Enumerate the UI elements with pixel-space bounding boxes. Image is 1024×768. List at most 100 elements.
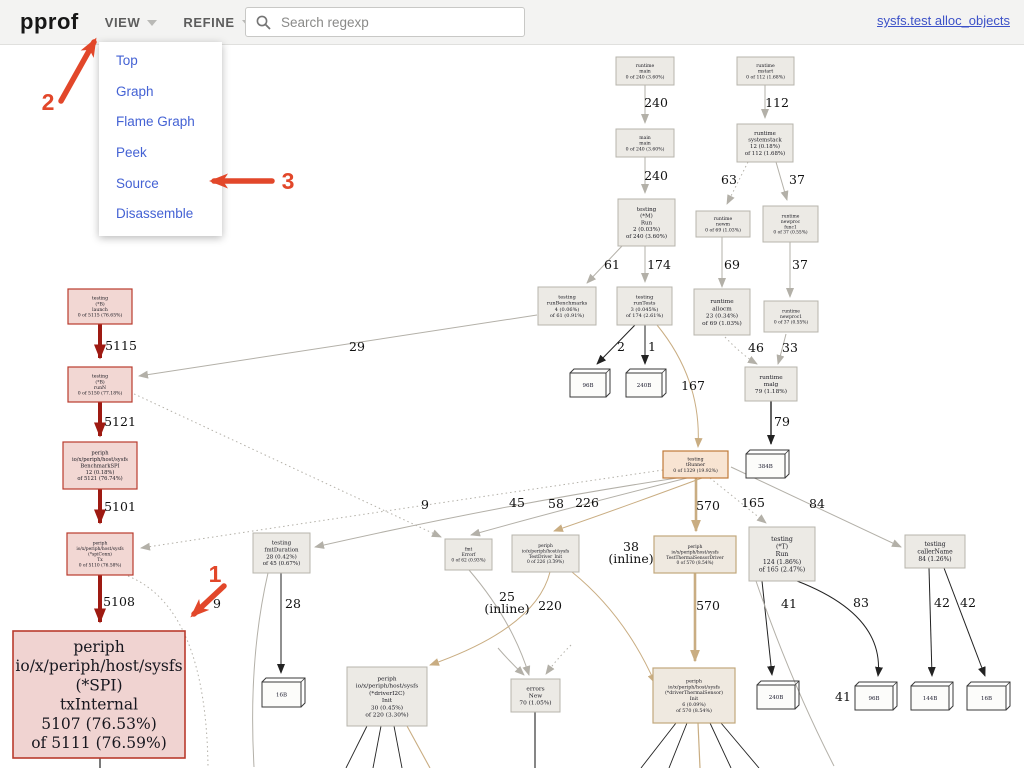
mem-box-240B[interactable]: 240B (757, 681, 799, 709)
graph-node-sysfs-TestDriver-Init[interactable]: periphio/x/periph/host/sysfsTestDriver_I… (512, 535, 579, 572)
svg-text:of 61 (0.91%): of 61 (0.91%) (550, 312, 584, 319)
graph-node-sysfs-TestThermalSensorDriver[interactable]: periphio/x/periph/host/sysfsTestThermalS… (654, 536, 736, 573)
graph-node-sysfs-driverI2C-Init[interactable]: periphio/x/periph/host/sysfs(*driverI2C)… (347, 667, 427, 726)
graph-node-fmt-Errorf[interactable]: fmtErrorf0 of 62 (0.93%) (445, 539, 492, 570)
mem-box-144B[interactable]: 144B (911, 682, 953, 710)
graph-node-runtime-mstart[interactable]: runtimemstart0 of 112 (1.68%) (737, 57, 794, 85)
graph-edge (253, 573, 268, 767)
graph-node-testing-fmtDuration[interactable]: testingfmtDuration28 (0.42%)of 45 (0.67%… (253, 533, 310, 573)
graph-node-runtime-newproc-func1[interactable]: runtimenewprocfunc10 of 37 (0.55%) (763, 206, 818, 242)
svg-text:96B: 96B (582, 383, 593, 389)
svg-text:of 45 (0.67%): of 45 (0.67%) (263, 560, 301, 567)
graph-edge (469, 570, 529, 675)
graph-edge (407, 726, 430, 768)
graph-edge (139, 315, 537, 376)
graph-edge (315, 478, 677, 547)
edge-label: 61 (604, 257, 620, 272)
graph-edge (669, 723, 687, 768)
svg-text:periph: periph (93, 542, 108, 547)
mem-box-96B[interactable]: 96B (855, 682, 897, 710)
graph-node-testing-T-Run[interactable]: testing(*T)Run124 (1.86%)of 165 (2.47%) (749, 527, 815, 581)
menu-item-flame-graph[interactable]: Flame Graph (99, 107, 222, 138)
svg-text:runtime: runtime (756, 63, 775, 69)
graph-node-sysfs-SPI-txInternal[interactable]: periphio/x/periph/host/sysfs(*SPI)txInte… (13, 631, 185, 758)
graph-node-testing-runTests[interactable]: testingrunTests3 (0.045%)of 174 (2.61%) (617, 287, 672, 325)
svg-text:124 (1.86%): 124 (1.86%) (763, 559, 801, 566)
svg-text:12 (0.18%): 12 (0.18%) (86, 469, 115, 476)
graph-node-testing-callerName[interactable]: testingcallerName84 (1.26%) (905, 535, 965, 568)
svg-text:of 570 (8.54%): of 570 (8.54%) (676, 707, 712, 714)
graph-node-sysfs-spiConn-Tx[interactable]: periphio/x/periph/host/sysfs(*spiConn)Tx… (67, 533, 133, 575)
graph-node-sysfs-BenchmarkSPI[interactable]: periphio/x/periph/host/sysfsBenchmarkSPI… (63, 442, 137, 489)
mem-box-96B[interactable]: 96B (570, 369, 610, 397)
view-dropdown-menu: Top Graph Flame Graph Peek Source Disass… (99, 42, 222, 236)
svg-text:main: main (639, 135, 651, 141)
graph-edge (546, 645, 571, 674)
svg-text:23 (0.34%): 23 (0.34%) (706, 313, 738, 320)
menu-item-disassemble[interactable]: Disassemble (99, 199, 222, 230)
graph-node-runtime-newproc1[interactable]: runtimenewproc10 of 37 (0.55%) (764, 301, 818, 332)
edge-label: 79 (774, 414, 790, 429)
mem-box-384B[interactable]: 384B (746, 450, 789, 478)
svg-text:(*SPI): (*SPI) (75, 676, 122, 694)
graph-node-runtime-main[interactable]: runtimemain0 of 240 (3.60%) (616, 57, 674, 85)
search-input[interactable] (279, 14, 503, 31)
svg-text:runtime: runtime (714, 216, 733, 222)
svg-text:of 165 (2.47%): of 165 (2.47%) (759, 567, 805, 574)
edge-label: 84 (809, 496, 825, 511)
graph-node-runtime-allocm[interactable]: runtimeallocm23 (0.34%)of 69 (1.03%) (694, 289, 750, 335)
svg-text:periph: periph (91, 450, 109, 456)
menu-item-graph[interactable]: Graph (99, 77, 222, 108)
graph-node-sysfs-driverThermalSensor-Init[interactable]: periphio/x/periph/host/sysfs(*driverTher… (653, 668, 735, 723)
graph-node-testing-tRunner[interactable]: testingtRunner0 of 1329 (19.92%) (663, 451, 728, 478)
svg-text:0 of 62 (0.93%): 0 of 62 (0.93%) (451, 558, 485, 563)
svg-text:(*B): (*B) (95, 378, 104, 385)
svg-text:70 (1.05%): 70 (1.05%) (519, 700, 551, 707)
svg-text:TestThermalSensorDriver: TestThermalSensorDriver (666, 556, 724, 561)
svg-text:of 69 (1.03%): of 69 (1.03%) (702, 320, 742, 327)
graph-node-runtime-newm[interactable]: runtimenewm0 of 69 (1.03%) (696, 211, 750, 237)
graph-node-runtime-systemstack[interactable]: runtimesystemstack12 (0.18%)of 112 (1.68… (737, 124, 793, 162)
edge-label: (inline) (608, 551, 653, 566)
graph-node-main-main[interactable]: mainmain0 of 240 (3.60%) (616, 129, 674, 157)
svg-text:runtime: runtime (782, 214, 800, 219)
graph-node-errors-New[interactable]: errorsNew70 (1.05%) (511, 679, 560, 712)
menu-item-peek[interactable]: Peek (99, 138, 222, 169)
profile-link[interactable]: sysfs.test alloc_objects (877, 13, 1010, 28)
graph-node-testing-B-launch[interactable]: testing(*B)launch0 of 5115 (76.65%) (68, 289, 132, 324)
graph-node-testing-B-runN[interactable]: testing(*B)runN0 of 5150 (77.18%) (68, 367, 132, 402)
edge-label: 58 (548, 496, 564, 511)
menu-item-top[interactable]: Top (99, 46, 222, 77)
search-box[interactable] (245, 7, 525, 37)
graph-node-testing-M-Run[interactable]: testing(*M)Run2 (0.03%)of 240 (3.60%) (618, 199, 675, 246)
graph-edge (430, 572, 550, 665)
svg-text:Tx: Tx (97, 558, 103, 563)
search-icon (256, 15, 271, 30)
view-menu-button[interactable]: VIEW (105, 15, 158, 30)
mem-box-16B[interactable]: 16B (967, 682, 1010, 710)
edge-label: 240 (644, 95, 668, 110)
mem-box-240B[interactable]: 240B (626, 369, 666, 397)
svg-text:0 of 226 (3.39%): 0 of 226 (3.39%) (527, 560, 564, 565)
svg-text:of 5111 (76.59%): of 5111 (76.59%) (31, 734, 167, 752)
svg-text:of 174 (2.61%): of 174 (2.61%) (626, 312, 663, 319)
svg-text:of 112 (1.68%): of 112 (1.68%) (745, 150, 785, 157)
svg-text:12 (0.18%): 12 (0.18%) (750, 143, 780, 150)
svg-text:of 220 (3.30%): of 220 (3.30%) (365, 712, 408, 719)
edge-label: 5101 (104, 499, 136, 514)
graph-edge (641, 723, 676, 768)
edge-label: 226 (575, 495, 599, 510)
edge-label: 112 (765, 95, 789, 110)
graph-node-runtime-malg[interactable]: runtimemalg79 (1.18%) (745, 367, 797, 401)
svg-text:io/x/periph/host/sysfs: io/x/periph/host/sysfs (671, 550, 719, 555)
graph-node-testing-runBenchmarks[interactable]: testingrunBenchmarks4 (0.06%)of 61 (0.91… (538, 287, 596, 325)
mem-box-16B[interactable]: 16B (262, 678, 305, 707)
edge-label: 9 (421, 497, 429, 512)
svg-text:newproc1: newproc1 (780, 315, 802, 320)
svg-text:main: main (639, 69, 651, 75)
menu-item-source[interactable]: Source (99, 169, 222, 200)
refine-menu-button[interactable]: REFINE (183, 15, 251, 30)
edge-label: 167 (681, 378, 705, 393)
svg-text:newm: newm (716, 223, 731, 228)
edge-label: (inline) (484, 601, 529, 616)
